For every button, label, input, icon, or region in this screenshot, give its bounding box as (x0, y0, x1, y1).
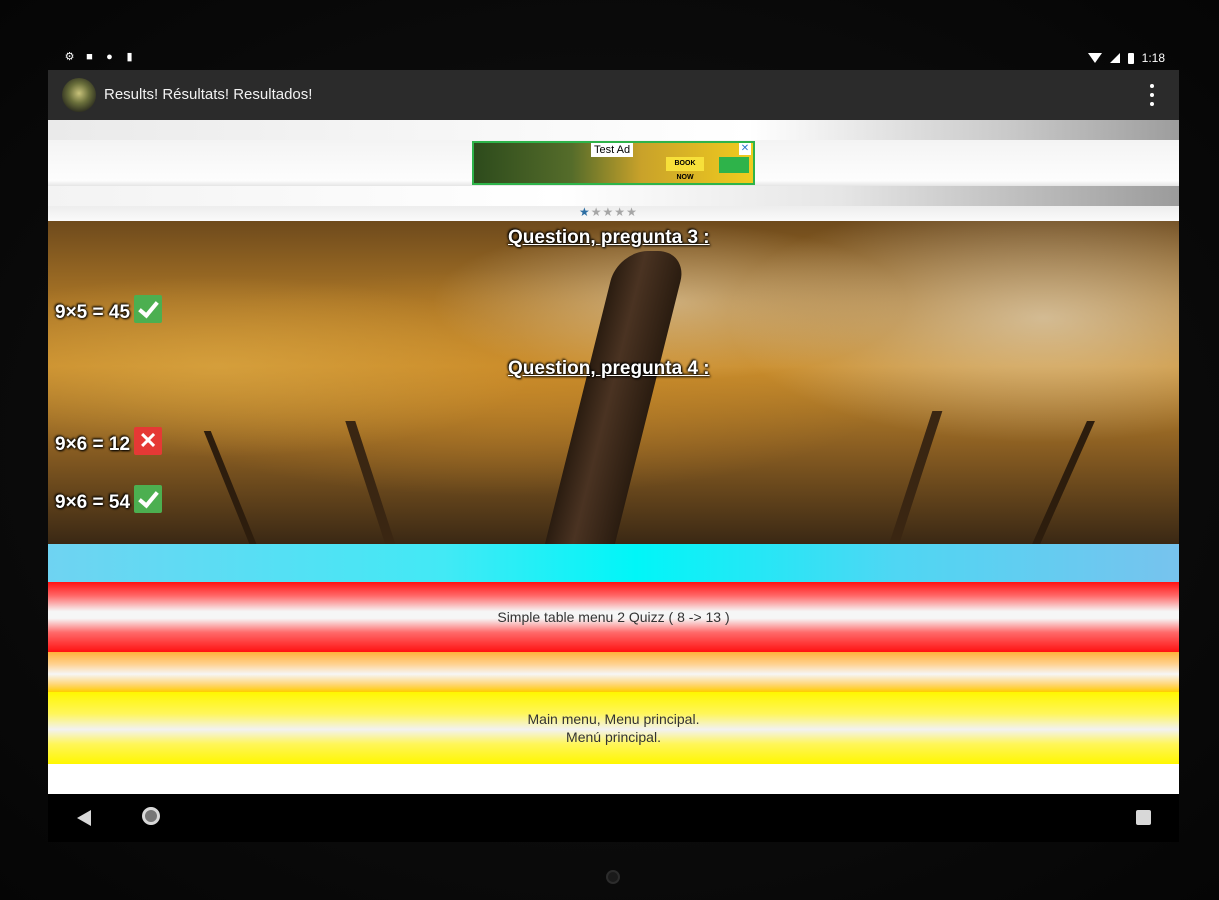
forest-background-image: Question, pregunta 3 : 9×5 = 45 Question… (48, 221, 1179, 561)
main-menu-label: Main menu, Menu principal. (527, 711, 700, 727)
star-icon: ★ (614, 205, 626, 219)
answer-row: 9×5 = 45 (55, 295, 163, 327)
answer-row: 9×6 = 54 (55, 485, 163, 517)
rating-stars: ★ ★ ★ ★ ★ (579, 206, 637, 219)
star-icon: ★ (590, 205, 602, 219)
battery-icon (1127, 52, 1134, 64)
question-3-heading: Question, pregunta 3 : (508, 227, 710, 248)
status-bar: ⚙ ■ ● ▮ 1:18 (48, 46, 1179, 70)
recents-icon[interactable] (1136, 810, 1151, 825)
app-bar: Results! Résultats! Resultados! (48, 70, 1179, 120)
question-4-heading: Question, pregunta 4 : (508, 358, 710, 379)
ad-label: Test Ad (591, 143, 634, 157)
ad-close-icon[interactable]: ✕ (739, 143, 751, 155)
cross-icon: ✕ (134, 427, 163, 455)
main-menu-label: Menú principal. (566, 729, 661, 745)
answer-text: 9×6 = 12 (55, 434, 131, 455)
check-icon (134, 295, 163, 323)
tree-trunk (345, 421, 401, 561)
app-logo-icon (62, 78, 96, 112)
star-icon: ★ (579, 205, 590, 219)
ad-banner[interactable]: Test Ad ✕ BOOK NOW (472, 141, 755, 185)
main-content: Test Ad ✕ BOOK NOW ★ ★ ★ ★ ★ Question, p… (48, 120, 1179, 794)
status-right-icons: 1:18 (1087, 51, 1165, 65)
signal-icon (1109, 53, 1120, 63)
simple-table-menu-label: Simple table menu 2 Quizz ( 8 -> 13 ) (497, 609, 730, 625)
home-icon[interactable] (142, 807, 160, 825)
answer-row: 9×6 = 12 ✕ (55, 427, 163, 459)
sync-icon: ● (106, 51, 113, 63)
settings-icon: ⚙ (64, 51, 75, 63)
camera-icon (606, 870, 620, 884)
tree-trunk (1029, 421, 1095, 551)
ad-badge (719, 157, 749, 173)
navigation-bar (48, 794, 1179, 842)
star-icon: ★ (602, 205, 614, 219)
back-icon[interactable] (77, 810, 91, 826)
sd-card-icon: ▮ (126, 51, 133, 63)
ad-cta-button[interactable]: BOOK NOW (666, 157, 704, 181)
ad-area: Test Ad ✕ BOOK NOW ★ ★ ★ ★ ★ (48, 120, 1179, 221)
wifi-icon (1087, 53, 1102, 63)
divider-band (48, 544, 1179, 582)
notification-icon: ■ (86, 51, 93, 63)
main-menu-button[interactable]: Main menu, Menu principal. Menú principa… (48, 692, 1179, 764)
simple-table-menu-button[interactable]: Simple table menu 2 Quizz ( 8 -> 13 ) (48, 582, 1179, 652)
overflow-menu-icon[interactable] (1149, 84, 1155, 106)
tree-trunk (203, 431, 260, 551)
tree-trunk (543, 251, 688, 551)
star-icon: ★ (626, 205, 637, 219)
check-icon (134, 485, 163, 513)
app-title: Results! Résultats! Resultados! (104, 86, 313, 103)
answer-text: 9×5 = 45 (55, 302, 131, 323)
status-time: 1:18 (1141, 51, 1165, 65)
status-left-icons: ⚙ ■ ● ▮ (64, 52, 135, 63)
tree-trunk (883, 411, 943, 561)
divider-band (48, 652, 1179, 692)
answer-text: 9×6 = 54 (55, 492, 131, 513)
